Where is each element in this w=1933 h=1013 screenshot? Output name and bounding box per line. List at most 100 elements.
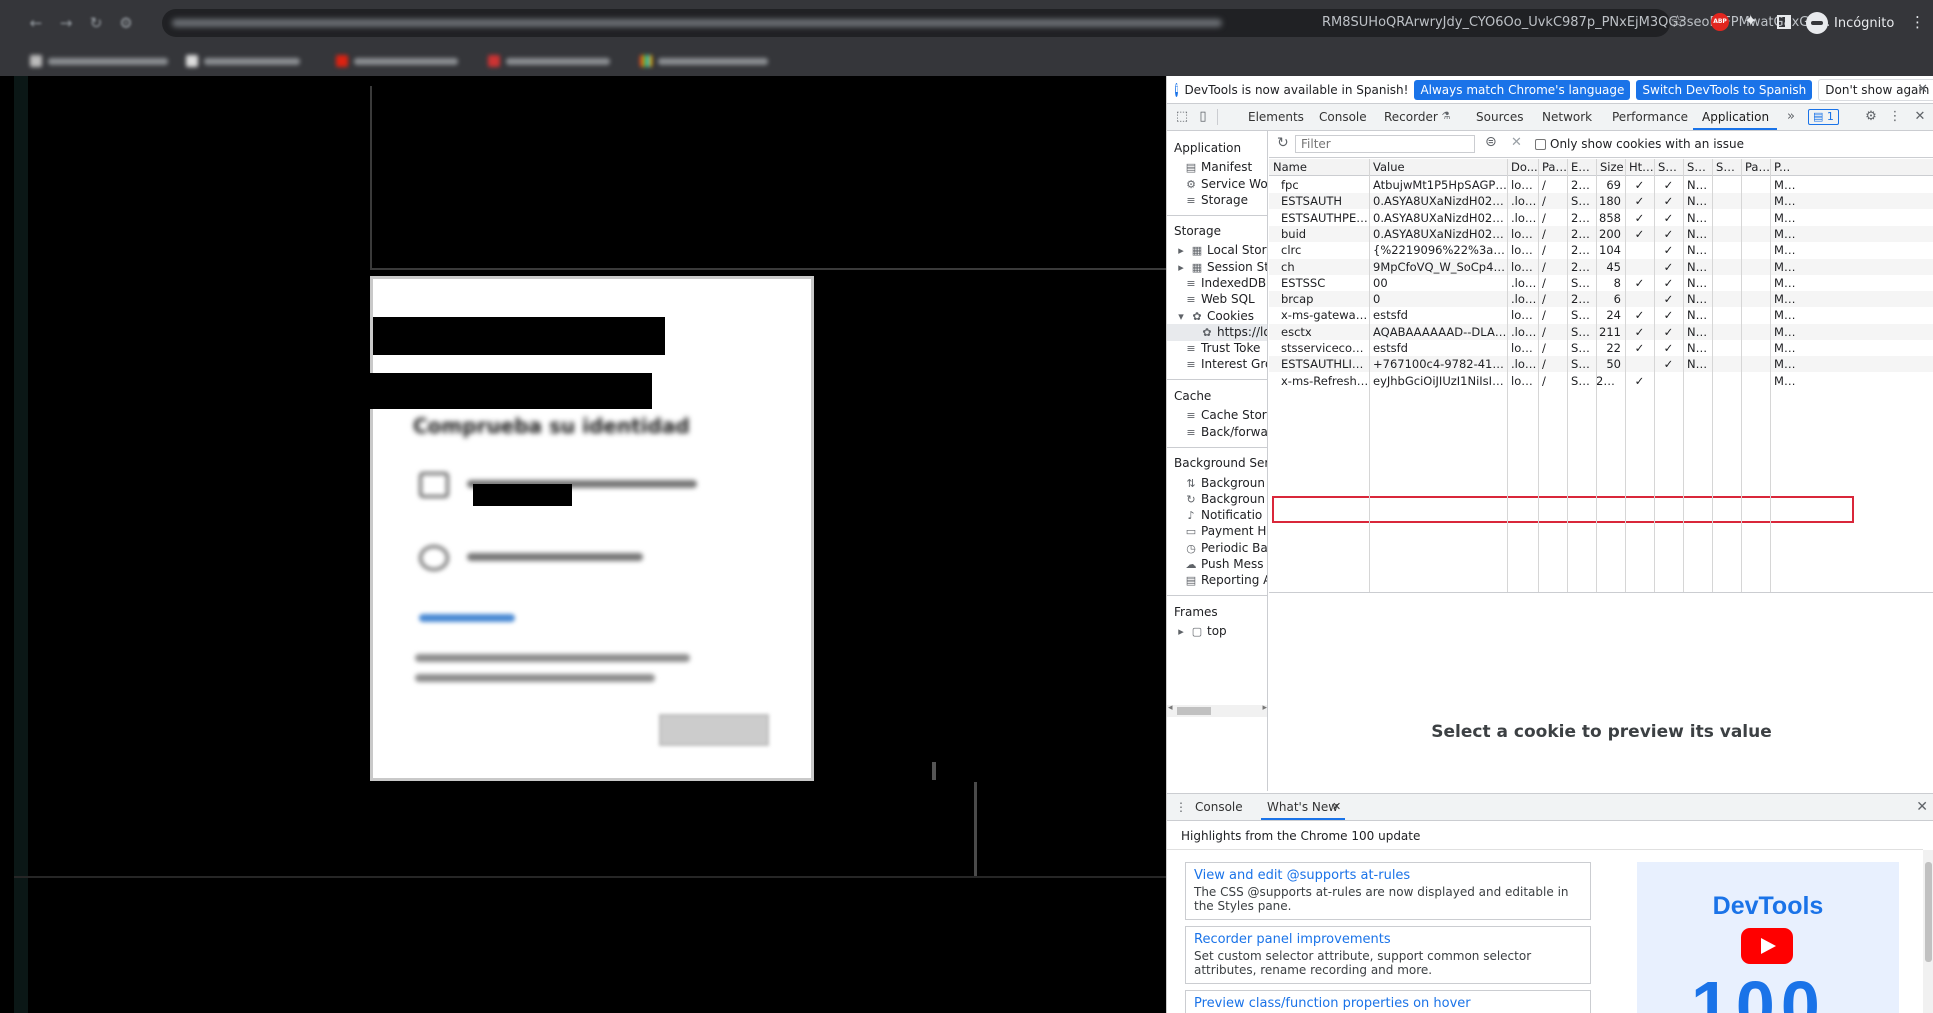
tab-recorder[interactable]: Recorder: [1384, 110, 1438, 124]
bookmark-item[interactable]: [640, 55, 768, 67]
tree-manifest[interactable]: ▤ Manifest: [1185, 160, 1252, 174]
card-title-link[interactable]: Recorder panel improvements: [1194, 932, 1582, 947]
chrome-menu-icon[interactable]: ⋮: [1910, 13, 1925, 31]
tree-cookies[interactable]: ▾ ✿ Cookies: [1175, 309, 1254, 323]
tab-application[interactable]: Application: [1702, 110, 1769, 124]
drawer-scrollbar[interactable]: [1923, 850, 1933, 1013]
site-info-icon[interactable]: ⚙: [116, 13, 136, 33]
youtube-play-icon[interactable]: [1741, 928, 1793, 964]
col-priority[interactable]: P...: [1770, 159, 1800, 176]
tree-session-storage[interactable]: ▸ ▦ Session Stor: [1175, 260, 1267, 274]
tree-indexeddb[interactable]: ≡ IndexedDB: [1185, 276, 1266, 290]
match-language-button[interactable]: Always match Chrome's language: [1414, 79, 1631, 100]
clear-all-cookies-icon[interactable]: ✕: [1511, 135, 1522, 150]
tree-backforward-cache[interactable]: ≡ Back/forwa: [1185, 425, 1267, 439]
tree-cache-storage[interactable]: ≡ Cache Stor: [1185, 408, 1266, 422]
forward-icon[interactable]: →: [56, 13, 76, 33]
col-partition-key[interactable]: Par...: [1741, 159, 1770, 176]
close-drawer-icon[interactable]: ✕: [1916, 799, 1928, 815]
bookmark-item[interactable]: [336, 55, 458, 67]
tab-sources[interactable]: Sources: [1476, 110, 1523, 124]
whats-new-card[interactable]: View and edit @supports at-rules The CSS…: [1185, 862, 1591, 920]
col-path[interactable]: Path: [1538, 159, 1567, 176]
drawer-tab-console[interactable]: Console: [1195, 800, 1243, 814]
bookmark-item[interactable]: [488, 55, 610, 67]
col-value[interactable]: Value: [1369, 159, 1507, 176]
back-icon[interactable]: ←: [26, 13, 46, 33]
only-issues-checkbox[interactable]: [1535, 138, 1546, 150]
col-size[interactable]: Size: [1596, 159, 1625, 176]
tree-interest-groups[interactable]: ≡ Interest Gro: [1185, 357, 1267, 371]
bookmark-item[interactable]: [30, 55, 168, 67]
more-info-link[interactable]: [419, 614, 515, 622]
card-title-link[interactable]: View and edit @supports at-rules: [1194, 868, 1582, 883]
clear-filtered-cookies-icon[interactable]: ⊜: [1485, 134, 1497, 150]
inspect-element-icon[interactable]: ⬚: [1175, 110, 1189, 124]
tab-network[interactable]: Network: [1542, 110, 1592, 124]
tree-cookie-origin[interactable]: ✿ https://lo: [1201, 325, 1267, 339]
tree-periodic-sync[interactable]: ◷ Periodic Ba: [1185, 541, 1267, 555]
tab-console[interactable]: Console: [1319, 110, 1367, 124]
tree-notifications[interactable]: ♪ Notificatio: [1185, 508, 1262, 522]
tree-payment-handler[interactable]: ▭ Payment H: [1185, 524, 1267, 538]
sidebar-hscrollbar[interactable]: ◂ ▸: [1167, 703, 1267, 717]
incognito-profile[interactable]: Incógnito: [1806, 12, 1894, 34]
bookmark-star-icon[interactable]: ☆: [1670, 12, 1685, 32]
col-httponly[interactable]: Htt...: [1625, 159, 1654, 176]
col-domain[interactable]: Do...: [1507, 159, 1538, 176]
refresh-icon[interactable]: ↻: [1277, 135, 1289, 151]
devtools-menu-icon[interactable]: ⋮: [1888, 110, 1902, 124]
tree-frame-top[interactable]: ▸ ▢ top: [1175, 624, 1226, 638]
column-divider[interactable]: [1683, 159, 1684, 592]
close-tab-icon[interactable]: ✕: [1332, 800, 1341, 813]
column-divider[interactable]: [1567, 159, 1568, 592]
tree-service-workers[interactable]: ⚙ Service Wo: [1185, 177, 1267, 191]
extensions-icon[interactable]: ✦: [1744, 11, 1757, 30]
scroll-right-icon[interactable]: ▸: [1262, 703, 1267, 713]
drawer-tab-whats-new[interactable]: What's New: [1267, 800, 1338, 814]
drawer-menu-icon[interactable]: ⋮: [1175, 800, 1187, 814]
switch-to-spanish-button[interactable]: Switch DevTools to Spanish: [1636, 79, 1813, 100]
side-panel-icon[interactable]: [1777, 15, 1791, 29]
col-samesite[interactable]: Sa...: [1683, 159, 1712, 176]
tree-websql[interactable]: ≡ Web SQL: [1185, 292, 1254, 306]
card-title-link[interactable]: Preview class/function properties on hov…: [1194, 996, 1582, 1011]
close-icon[interactable]: ✕: [1917, 82, 1928, 97]
only-issues-toggle[interactable]: Only show cookies with an issue: [1535, 137, 1744, 151]
cancel-button[interactable]: [659, 714, 769, 746]
tab-elements[interactable]: Elements: [1248, 110, 1304, 124]
cookie-filter-input[interactable]: [1295, 135, 1475, 153]
tab-performance[interactable]: Performance: [1612, 110, 1688, 124]
column-divider[interactable]: [1507, 159, 1508, 592]
bookmark-item[interactable]: [186, 55, 300, 67]
device-toolbar-icon[interactable]: ▯: [1196, 110, 1210, 124]
column-divider[interactable]: [1538, 159, 1539, 592]
whats-new-card[interactable]: Recorder panel improvements Set custom s…: [1185, 926, 1591, 984]
column-divider[interactable]: [1770, 159, 1771, 592]
col-secure[interactable]: Sec...: [1654, 159, 1683, 176]
issues-badge[interactable]: ▤ 1: [1808, 109, 1839, 125]
scrollbar-thumb[interactable]: [1925, 862, 1932, 962]
tree-local-storage[interactable]: ▸ ▦ Local Stora: [1175, 243, 1267, 257]
column-divider[interactable]: [1712, 159, 1713, 592]
tree-background-fetch[interactable]: ⇅ Backgroun: [1185, 476, 1265, 490]
verify-option-call[interactable]: [419, 545, 643, 571]
settings-gear-icon[interactable]: ⚙: [1864, 110, 1878, 124]
tree-reporting-api[interactable]: ▤ Reporting A: [1185, 573, 1267, 587]
column-divider[interactable]: [1625, 159, 1626, 592]
address-bar[interactable]: RM8SUHoQRArwryJdy_CYO6Oo_UvkC987p_PNxEjM…: [162, 9, 1830, 37]
more-tabs-icon[interactable]: »: [1784, 110, 1798, 124]
tree-storage[interactable]: ≡ Storage: [1185, 193, 1248, 207]
tree-background-sync[interactable]: ↻ Backgroun: [1185, 492, 1265, 506]
column-divider[interactable]: [1654, 159, 1655, 592]
col-name[interactable]: Name: [1269, 159, 1369, 176]
tree-push-messaging[interactable]: ☁ Push Mess: [1185, 557, 1264, 571]
reload-icon[interactable]: ↻: [86, 13, 106, 33]
col-expires[interactable]: Ex...: [1567, 159, 1596, 176]
column-divider[interactable]: [1741, 159, 1742, 592]
col-sameparty[interactable]: Sa...: [1712, 159, 1741, 176]
whats-new-card[interactable]: Preview class/function properties on hov…: [1185, 990, 1591, 1013]
adblock-plus-icon[interactable]: ABP: [1711, 13, 1729, 31]
close-devtools-icon[interactable]: ✕: [1913, 110, 1927, 124]
scroll-left-icon[interactable]: ◂: [1168, 703, 1173, 713]
